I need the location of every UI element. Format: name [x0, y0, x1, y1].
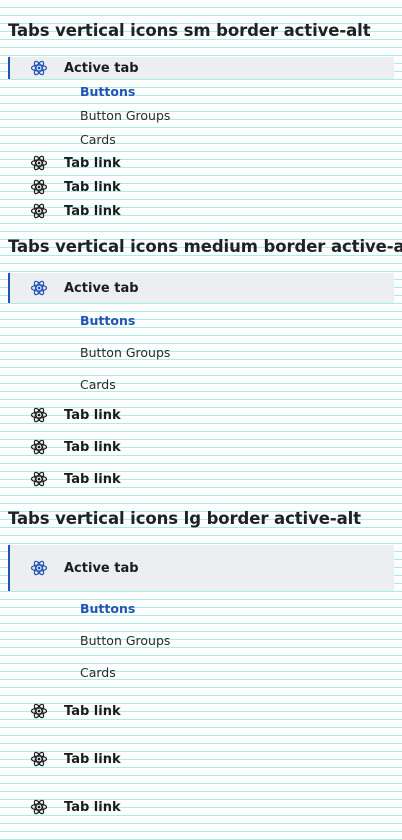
tab-link-label: Tab link — [64, 179, 121, 195]
tab-link-sm-2[interactable]: Tab link — [8, 177, 394, 197]
tab-link-medium-1[interactable]: Tab link — [8, 403, 394, 427]
tab-link-label: Tab link — [64, 751, 121, 767]
atom-icon — [30, 202, 48, 220]
tab-link-label: Tab link — [64, 155, 121, 171]
tab-link-label: Tab link — [64, 471, 121, 487]
sub-item-button-groups[interactable]: Button Groups — [80, 628, 170, 652]
atom-icon — [30, 154, 48, 172]
sub-item-buttons[interactable]: Buttons — [80, 596, 135, 620]
tab-link-lg-1[interactable]: Tab link — [8, 696, 394, 726]
atom-icon — [30, 702, 48, 720]
atom-icon — [30, 406, 48, 424]
atom-icon — [30, 750, 48, 768]
tab-link-label: Tab link — [64, 407, 121, 423]
atom-icon — [30, 470, 48, 488]
atom-icon — [30, 798, 48, 816]
sub-item-buttons[interactable]: Buttons — [80, 82, 135, 100]
tab-active-sm[interactable]: Active tab — [8, 57, 394, 79]
tab-link-medium-3[interactable]: Tab link — [8, 467, 394, 491]
section-title-lg: Tabs vertical icons lg border active-alt — [8, 509, 361, 528]
sub-item-buttons[interactable]: Buttons — [80, 308, 135, 332]
atom-icon — [30, 279, 48, 297]
sub-item-cards[interactable]: Cards — [80, 660, 116, 684]
tab-link-sm-1[interactable]: Tab link — [8, 153, 394, 173]
tab-active-label: Active tab — [64, 280, 139, 296]
sub-item-cards[interactable]: Cards — [80, 372, 116, 396]
tab-link-lg-2[interactable]: Tab link — [8, 744, 394, 774]
tab-link-sm-3[interactable]: Tab link — [8, 201, 394, 221]
atom-icon — [30, 59, 48, 77]
atom-icon — [30, 559, 48, 577]
tab-link-label: Tab link — [64, 203, 121, 219]
section-title-medium: Tabs vertical icons medium border active… — [8, 237, 402, 256]
tab-link-label: Tab link — [64, 703, 121, 719]
tab-link-label: Tab link — [64, 799, 121, 815]
sub-item-button-groups[interactable]: Button Groups — [80, 106, 170, 124]
section-title-sm: Tabs vertical icons sm border active-alt — [8, 21, 371, 40]
atom-icon — [30, 438, 48, 456]
tab-link-label: Tab link — [64, 439, 121, 455]
tab-link-lg-3[interactable]: Tab link — [8, 792, 394, 822]
atom-icon — [30, 178, 48, 196]
sub-item-cards[interactable]: Cards — [80, 130, 116, 148]
tab-link-medium-2[interactable]: Tab link — [8, 435, 394, 459]
sub-item-button-groups[interactable]: Button Groups — [80, 340, 170, 364]
tab-active-medium[interactable]: Active tab — [8, 273, 394, 303]
tab-active-label: Active tab — [64, 60, 139, 76]
tab-active-label: Active tab — [64, 560, 139, 576]
tab-active-lg[interactable]: Active tab — [8, 545, 394, 591]
